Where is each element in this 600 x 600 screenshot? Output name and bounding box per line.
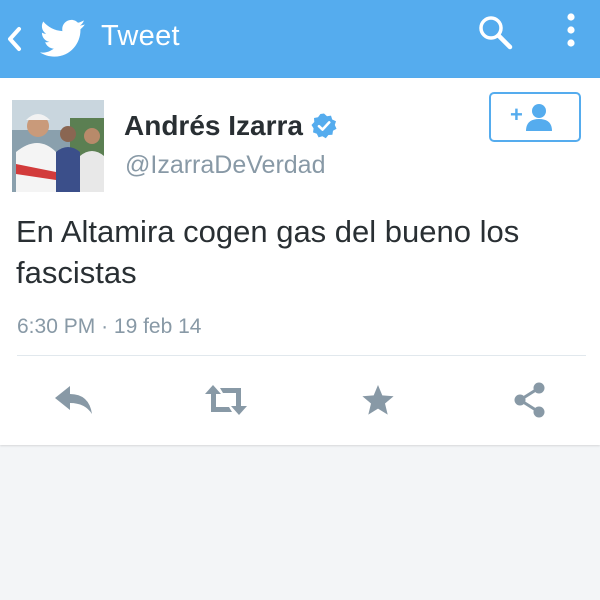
- author-name[interactable]: Andrés Izarra: [124, 110, 338, 142]
- twitter-logo[interactable]: [40, 18, 86, 60]
- back-button[interactable]: [2, 22, 26, 56]
- search-button[interactable]: [472, 10, 520, 58]
- overflow-menu-button[interactable]: [556, 8, 586, 58]
- overflow-menu-icon: [567, 13, 575, 47]
- tweet-card: Andrés Izarra @IzarraDeVerdad + En Altam…: [0, 78, 600, 445]
- tweet-text: En Altamira cogen gas del bueno los fasc…: [16, 214, 520, 290]
- author-handle[interactable]: @IzarraDeVerdad: [125, 151, 325, 180]
- follow-plus-sign: +: [510, 102, 523, 127]
- twitter-bird-icon: [40, 19, 86, 57]
- retweet-button[interactable]: [202, 376, 250, 424]
- reply-icon: [55, 386, 92, 414]
- share-button[interactable]: [506, 376, 554, 424]
- search-icon: [479, 16, 513, 50]
- avatar[interactable]: [12, 100, 104, 192]
- tweet-timestamp: 6:30 PM · 19 feb 14: [17, 315, 202, 339]
- page-title: Tweet: [101, 20, 180, 52]
- follow-button[interactable]: +: [489, 92, 581, 142]
- share-icon: [514, 382, 545, 418]
- verified-badge-icon: [311, 113, 337, 139]
- timestamp-separator: ·: [101, 315, 109, 338]
- divider: [17, 355, 586, 356]
- back-icon: [8, 27, 21, 51]
- favorite-star-icon: [362, 385, 394, 415]
- avatar-photo: [12, 100, 104, 192]
- reply-button[interactable]: [50, 376, 98, 424]
- app-bar: Tweet: [0, 0, 600, 78]
- tweet-date: 19 feb 14: [113, 315, 202, 338]
- author-name-text: Andrés Izarra: [124, 110, 303, 141]
- add-user-icon: +: [510, 102, 552, 131]
- favorite-button[interactable]: [354, 376, 402, 424]
- retweet-icon: [205, 385, 247, 415]
- tweet-time: 6:30 PM: [17, 315, 96, 338]
